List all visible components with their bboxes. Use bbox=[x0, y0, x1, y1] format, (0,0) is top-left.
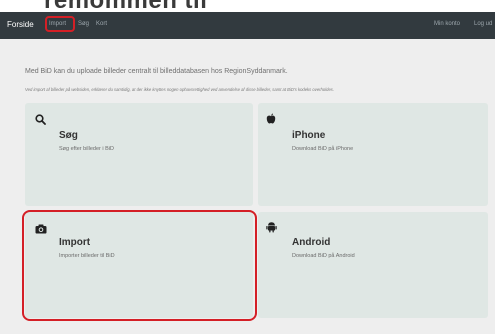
nav-link-kort[interactable]: Kort bbox=[96, 21, 107, 27]
card-sog[interactable]: Søg Søg efter billeder i BiD bbox=[25, 103, 253, 206]
nav-link-import[interactable]: Import bbox=[49, 21, 66, 27]
nav-link-log-ud[interactable]: Log ud bbox=[474, 21, 492, 27]
card-title-android: Android bbox=[292, 237, 331, 248]
header-fragment-text: remommen til bbox=[44, 0, 207, 12]
android-icon bbox=[266, 220, 277, 238]
header-fragment: remommen til bbox=[0, 0, 495, 12]
card-iphone[interactable]: iPhone Download BiD på iPhone bbox=[258, 103, 488, 206]
card-desc-sog: Søg efter billeder i BiD bbox=[59, 146, 115, 152]
navbar: Forside Import Søg Kort Min konto Log ud bbox=[0, 12, 495, 39]
card-desc-android: Download BiD på Android bbox=[292, 253, 355, 259]
nav-link-min-konto[interactable]: Min konto bbox=[434, 21, 460, 27]
card-title-sog: Søg bbox=[59, 130, 78, 141]
card-title-iphone: iPhone bbox=[292, 130, 326, 141]
search-icon bbox=[35, 112, 46, 130]
page: remommen til Forside Import Søg Kort Min… bbox=[0, 0, 495, 334]
card-desc-iphone: Download BiD på iPhone bbox=[292, 146, 354, 152]
import-card-highlight bbox=[22, 210, 257, 321]
card-android[interactable]: Android Download BiD på Android bbox=[258, 212, 488, 318]
nav-brand-forside[interactable]: Forside bbox=[7, 20, 34, 29]
terms-note: Ved import af billeder på websiden, erkl… bbox=[25, 87, 335, 92]
apple-icon bbox=[266, 111, 276, 129]
nav-link-sog[interactable]: Søg bbox=[78, 21, 89, 27]
intro-text: Med BiD kan du uploade billeder centralt… bbox=[25, 68, 288, 75]
